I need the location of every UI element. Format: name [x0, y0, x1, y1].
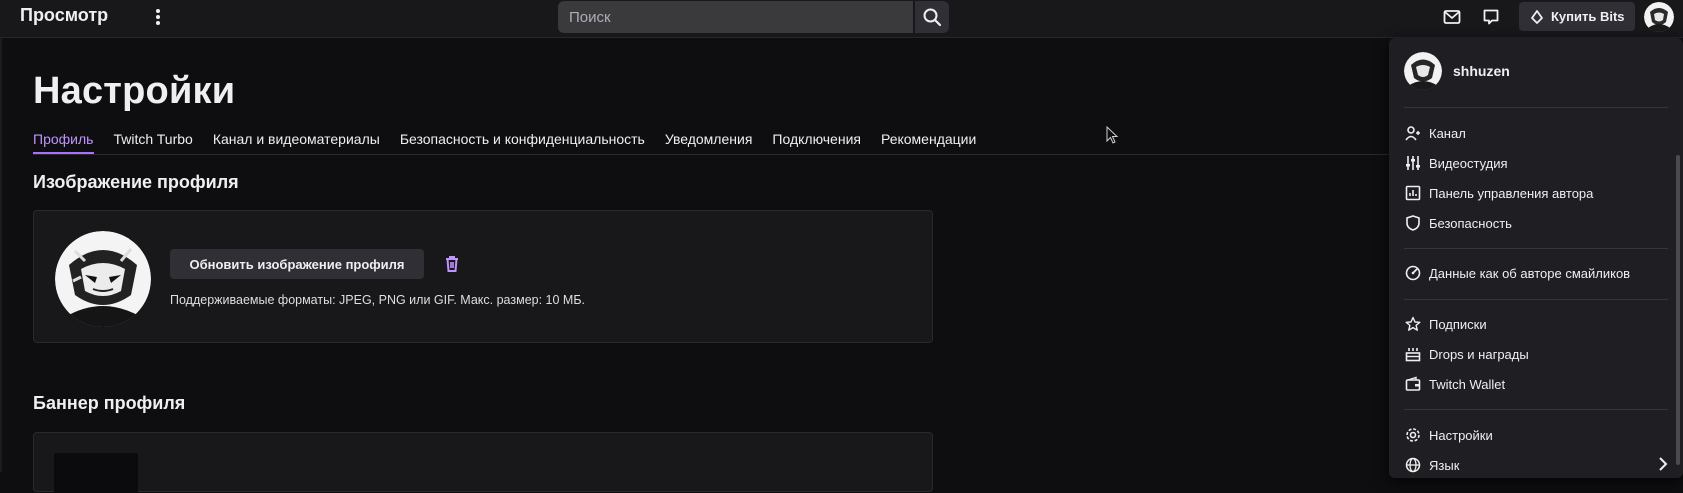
tab-connections[interactable]: Подключения — [772, 131, 861, 155]
tab-twitch-turbo[interactable]: Twitch Turbo — [113, 131, 192, 155]
menu-item-settings[interactable]: Настройки — [1404, 422, 1668, 448]
menu-item-label: Видеостудия — [1429, 155, 1508, 171]
mouse-cursor-icon — [1106, 125, 1120, 146]
tabs-divider — [33, 154, 1393, 155]
delete-profile-image-icon[interactable] — [442, 254, 462, 274]
menu-divider — [1404, 299, 1668, 300]
menu-item-drops-rewards[interactable]: Drops и награды — [1404, 341, 1668, 367]
menu-item-subscriptions[interactable]: Подписки — [1404, 311, 1668, 337]
left-edge-divider — [0, 38, 2, 472]
menu-item-label: Twitch Wallet — [1429, 376, 1506, 392]
profile-picture — [55, 231, 151, 327]
dashboard-icon — [1404, 185, 1421, 202]
search-input[interactable]: Поиск — [558, 1, 913, 33]
search-button[interactable] — [915, 1, 949, 33]
gift-icon — [1404, 346, 1421, 363]
banner-preview — [54, 453, 138, 493]
tab-security-privacy[interactable]: Безопасность и конфиденциальность — [400, 131, 645, 155]
menu-item-label: Drops и награды — [1429, 346, 1529, 362]
user-avatar-button[interactable] — [1644, 2, 1674, 32]
menu-avatar — [1404, 52, 1442, 90]
whispers-icon[interactable] — [1480, 6, 1502, 28]
menu-item-twitch-wallet[interactable]: Twitch Wallet — [1404, 371, 1668, 397]
channel-icon — [1404, 125, 1421, 142]
more-menu-icon[interactable] — [153, 6, 163, 28]
profile-image-card: Обновить изображение профиля Поддерживае… — [33, 210, 933, 343]
menu-username: shhuzen — [1453, 63, 1510, 79]
settings-tabs: Профиль Twitch Turbo Канал и видеоматери… — [33, 131, 976, 155]
menu-divider — [1404, 107, 1668, 108]
page-title: Настройки — [33, 70, 236, 112]
menu-divider — [1404, 248, 1668, 249]
browse-link[interactable]: Просмотр — [20, 5, 108, 26]
gauge-icon — [1404, 265, 1421, 282]
menu-item-emote-creator-data[interactable]: Данные как об авторе смайликов — [1404, 260, 1668, 286]
menu-item-creator-dashboard[interactable]: Панель управления автора — [1404, 180, 1668, 206]
menu-item-label: Канал — [1429, 125, 1466, 141]
menu-item-channel[interactable]: Канал — [1404, 120, 1668, 146]
banner-section-title: Баннер профиля — [33, 393, 186, 413]
buy-bits-button[interactable]: Купить Bits — [1519, 2, 1635, 31]
user-dropdown-menu: shhuzen Канал Видеостудия Панель управле… — [1389, 38, 1683, 478]
tab-channel-and-videos[interactable]: Канал и видеоматериалы — [213, 131, 380, 155]
buy-bits-label: Купить Bits — [1551, 9, 1625, 24]
menu-item-label: Данные как об авторе смайликов — [1429, 265, 1631, 281]
menu-item-label: Язык — [1429, 457, 1460, 473]
tab-notifications[interactable]: Уведомления — [665, 131, 753, 155]
banner-card — [33, 432, 933, 493]
wallet-icon — [1404, 376, 1421, 393]
menu-scrollbar[interactable] — [1676, 155, 1680, 465]
globe-icon — [1404, 457, 1421, 474]
update-profile-image-button[interactable]: Обновить изображение профиля — [170, 249, 424, 279]
tab-recommendations[interactable]: Рекомендации — [881, 131, 976, 155]
supported-formats-text: Поддерживаемые форматы: JPEG, PNG или GI… — [170, 293, 586, 307]
menu-item-label: Безопасность — [1429, 215, 1512, 231]
menu-item-label: Подписки — [1429, 316, 1487, 332]
menu-item-label: Настройки — [1429, 427, 1493, 443]
active-tab-indicator — [33, 152, 94, 154]
menu-item-language[interactable]: Язык — [1404, 452, 1668, 478]
menu-divider — [1404, 409, 1668, 410]
bits-icon — [1531, 9, 1543, 24]
search-icon — [923, 8, 942, 27]
menu-item-label: Панель управления автора — [1429, 185, 1594, 201]
star-icon — [1404, 316, 1421, 333]
shield-icon — [1404, 215, 1421, 232]
menu-user-header[interactable]: shhuzen — [1404, 52, 1510, 90]
profile-image-section-title: Изображение профиля — [33, 172, 239, 192]
chevron-right-icon — [1658, 456, 1668, 474]
menu-item-security[interactable]: Безопасность — [1404, 210, 1668, 236]
top-navigation-bar: Просмотр Поиск Купить Bits — [0, 0, 1683, 38]
menu-item-video-studio[interactable]: Видеостудия — [1404, 150, 1668, 176]
inbox-icon[interactable] — [1441, 6, 1463, 28]
sliders-icon — [1404, 155, 1421, 172]
gear-icon — [1404, 427, 1421, 444]
